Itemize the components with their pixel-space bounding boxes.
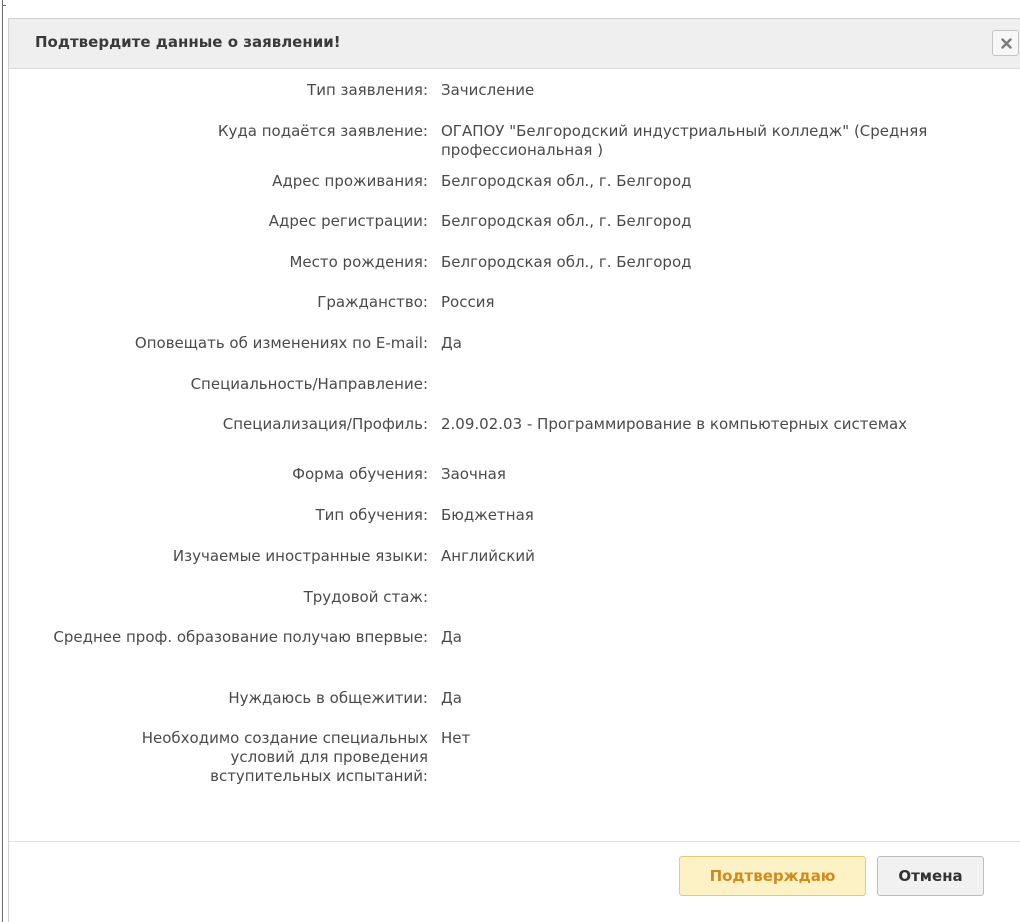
detail-label: Необходимо создание специальных условий … [141,729,428,785]
detail-label: Оповещать об изменениях по E-mail: [134,334,428,352]
detail-label: Специализация/Профиль: [222,415,428,433]
detail-value: Белгородская обл., г. Белгород [441,172,692,190]
detail-label: Нуждаюсь в общежитии: [228,689,428,707]
page: Подтвердите данные о заявлении! Тип заяв… [0,0,1020,922]
detail-value: Бюджетная [441,506,534,524]
detail-value: Да [441,689,462,707]
detail-value: Россия [441,293,495,311]
detail-value: Да [441,334,462,352]
detail-value: Белгородская обл., г. Белгород [441,253,692,271]
confirmation-dialog: Подтвердите данные о заявлении! Тип заяв… [8,18,1020,922]
detail-label: Тип обучения: [315,506,428,524]
close-icon [1001,38,1012,49]
detail-value: Да [441,628,462,646]
dialog-titlebar: Подтвердите данные о заявлении! [9,19,1020,69]
detail-label: Гражданство: [317,293,428,311]
detail-label: Адрес регистрации: [268,212,428,230]
detail-label: Куда подаётся заявление: [217,122,428,140]
background-edge-line [2,0,3,922]
detail-label: Форма обучения: [292,465,428,483]
detail-label: Трудовой стаж: [303,588,428,606]
detail-value: Заочная [441,465,506,483]
detail-label: Тип заявления: [307,81,428,99]
dialog-title: Подтвердите данные о заявлении! [35,33,341,51]
detail-label: Место рождения: [289,253,428,271]
detail-value: Белгородская обл., г. Белгород [441,212,692,230]
detail-value: 2.09.02.03 - Программирование в компьюте… [441,415,908,433]
detail-value: Английский [441,547,535,565]
detail-value: Нет [441,729,471,747]
detail-label: Изучаемые иностранные языки: [172,547,428,565]
detail-label: Адрес проживания: [272,172,428,190]
detail-label: Среднее проф. образование получаю впервы… [53,628,428,646]
close-button[interactable] [992,30,1019,56]
footer-divider [9,841,1020,842]
detail-label: Специальность/Направление: [190,375,428,393]
cancel-button[interactable]: Отмена [877,856,984,896]
background-edge-tick [3,5,6,6]
detail-value: Зачисление [441,81,535,99]
confirm-button[interactable]: Подтверждаю [679,856,866,896]
detail-value: ОГАПОУ "Белгородский индустриальный колл… [441,122,928,159]
